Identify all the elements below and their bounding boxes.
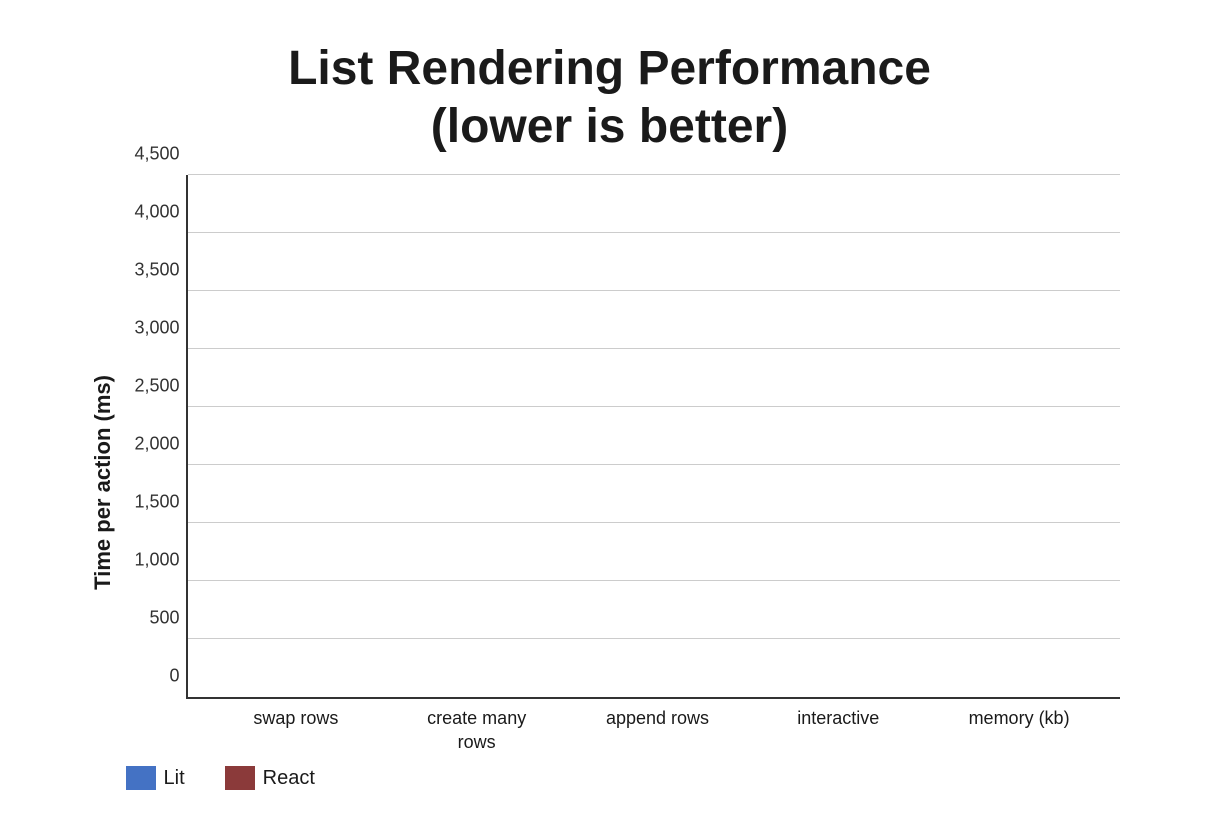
y-tick-label: 2,000 (134, 434, 179, 455)
chart-area: Time per action (ms) 4,5004,0003,5003,00… (90, 175, 1130, 790)
x-label: swap rows (241, 707, 351, 754)
title-line2: (lower is better) (431, 100, 788, 153)
legend-item-react: React (225, 766, 315, 790)
x-label: append rows (602, 707, 712, 754)
y-tick-label: 4,500 (134, 144, 179, 165)
chart-container: List Rendering Performance (lower is bet… (60, 20, 1160, 800)
y-tick-label: 1,500 (134, 492, 179, 513)
x-label: create manyrows (422, 707, 532, 754)
legend-react-label: React (263, 767, 315, 790)
y-tick-label: 3,500 (134, 260, 179, 281)
title-line1: List Rendering Performance (288, 42, 931, 95)
legend: Lit React (126, 766, 1130, 790)
y-tick-label-zero: 0 (169, 666, 179, 687)
y-axis-label: Time per action (ms) (90, 175, 116, 790)
legend-lit-label: Lit (164, 767, 185, 790)
legend-swatch-lit (126, 766, 156, 790)
x-label: memory (kb) (964, 707, 1074, 754)
legend-swatch-react (225, 766, 255, 790)
y-tick-label: 2,500 (134, 376, 179, 397)
grid-and-bars: 4,5004,0003,5003,0002,5002,0001,5001,000… (186, 175, 1120, 699)
y-tick-label: 500 (149, 608, 179, 629)
x-label: interactive (783, 707, 893, 754)
chart-inner: 4,5004,0003,5003,0002,5002,0001,5001,000… (126, 175, 1130, 790)
y-tick-label: 3,000 (134, 318, 179, 339)
chart-title: List Rendering Performance (lower is bet… (288, 40, 931, 155)
y-tick-label: 1,000 (134, 550, 179, 571)
legend-item-lit: Lit (126, 766, 185, 790)
bars-section (188, 175, 1120, 697)
y-tick-label: 4,000 (134, 202, 179, 223)
x-labels: swap rows create manyrows append rows inter… (126, 699, 1130, 754)
